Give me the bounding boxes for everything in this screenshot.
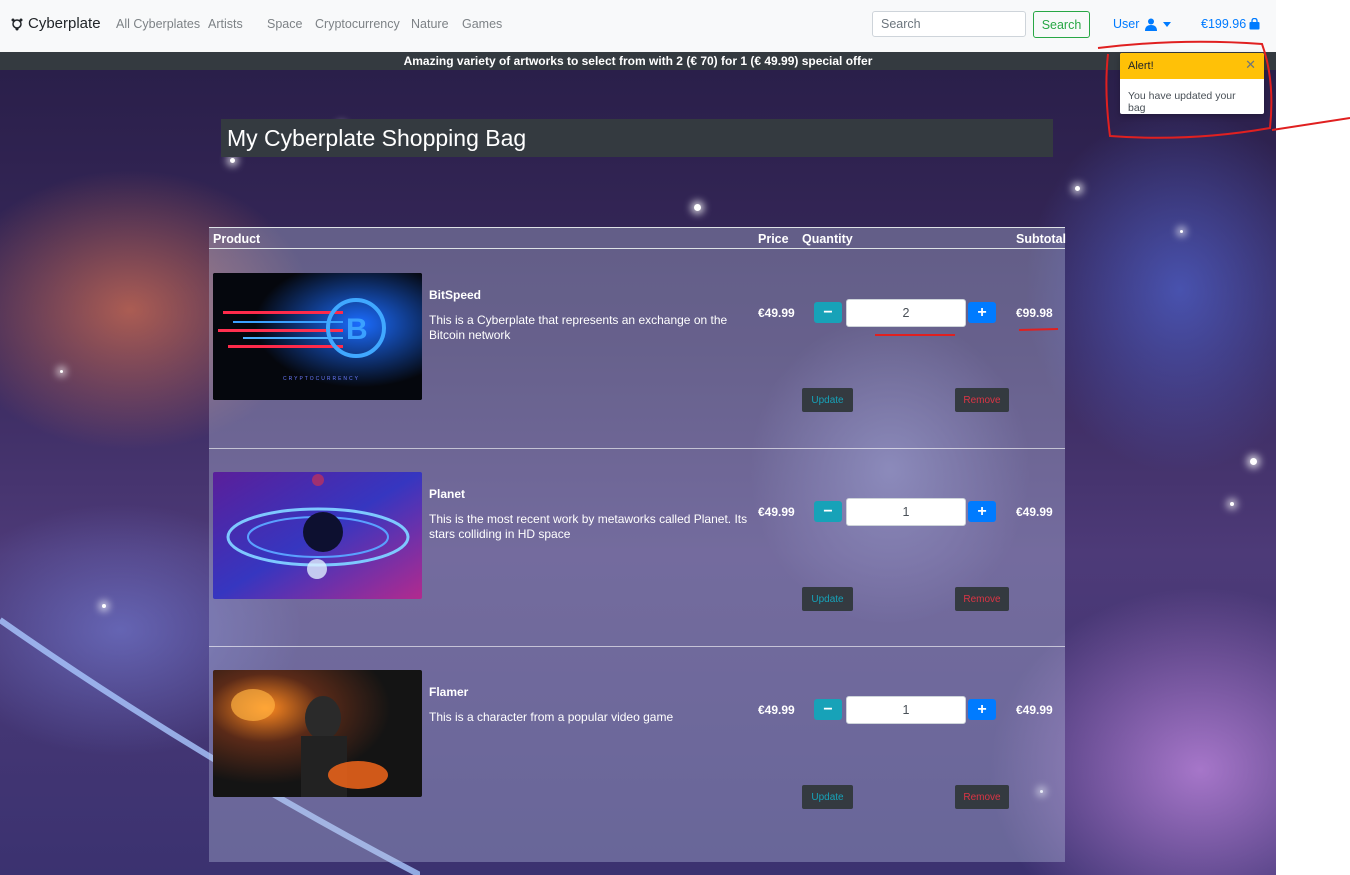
svg-text:B: B <box>346 313 368 346</box>
update-button[interactable]: Update <box>802 785 853 809</box>
product-description: This is a character from a popular video… <box>429 710 674 724</box>
search-input[interactable] <box>872 11 1026 37</box>
product-name[interactable]: BitSpeed <box>429 288 481 302</box>
table-row: Planet This is the most recent work by m… <box>209 448 1065 647</box>
product-price: €49.99 <box>758 306 795 320</box>
quantity-input[interactable] <box>846 498 966 526</box>
quantity-input[interactable] <box>846 299 966 327</box>
svg-text:CRYPTOCURRENCY: CRYPTOCURRENCY <box>283 376 360 382</box>
product-subtotal: €49.99 <box>1016 505 1053 519</box>
table-row: B CRYPTOCURRENCY BitSpeed This is a Cybe… <box>209 250 1065 448</box>
quantity-increment-button[interactable]: + <box>968 302 996 323</box>
remove-button[interactable]: Remove <box>955 785 1009 809</box>
quantity-decrement-button[interactable]: − <box>814 699 842 720</box>
nav-link-cryptocurrency[interactable]: Cryptocurrency <box>315 17 400 31</box>
quantity-decrement-button[interactable]: − <box>814 501 842 522</box>
promo-banner: Amazing variety of artworks to select fr… <box>0 52 1276 70</box>
quantity-increment-button[interactable]: + <box>968 501 996 522</box>
table-row: Flamer This is a character from a popula… <box>209 646 1065 845</box>
product-description: This is a Cyberplate that represents an … <box>429 313 728 342</box>
product-price: €49.99 <box>758 703 795 717</box>
brand-logo-icon <box>11 18 23 30</box>
header-quantity: Quantity <box>802 232 853 246</box>
product-name[interactable]: Planet <box>429 487 465 501</box>
shopping-bag-icon <box>1249 18 1260 30</box>
remove-button[interactable]: Remove <box>955 587 1009 611</box>
user-dropdown[interactable]: User <box>1113 17 1172 31</box>
bag-total-amount: €199.96 <box>1201 17 1247 31</box>
quantity-increment-button[interactable]: + <box>968 699 996 720</box>
close-icon[interactable]: ✕ <box>1245 57 1256 73</box>
brand-link[interactable]: Cyberplate <box>10 15 101 32</box>
user-label: User <box>1113 17 1140 31</box>
bitcoin-art-icon: B CRYPTOCURRENCY <box>213 273 422 400</box>
product-description: This is the most recent work by metawork… <box>429 512 748 541</box>
nav-link-all-cyberplates[interactable]: All Cyberplates <box>116 17 200 31</box>
toast-header: Alert! ✕ <box>1120 53 1264 79</box>
user-icon <box>1145 18 1158 31</box>
alert-toast: Alert! ✕ You have updated your bag <box>1120 53 1264 114</box>
planet-art-icon <box>213 472 422 599</box>
top-navbar: Cyberplate All Cyberplates Artists Space… <box>0 0 1276 52</box>
table-header: Product Price Quantity Subtotal <box>209 227 1066 249</box>
page-title: My Cyberplate Shopping Bag <box>221 119 1053 157</box>
shopping-bag-link[interactable]: €199.96 <box>1201 17 1260 31</box>
remove-button[interactable]: Remove <box>955 388 1009 412</box>
brand-name: Cyberplate <box>28 15 101 32</box>
search-button[interactable]: Search <box>1033 11 1090 38</box>
header-subtotal: Subtotal <box>1016 232 1066 246</box>
quantity-input[interactable] <box>846 696 966 724</box>
toast-title: Alert! <box>1128 60 1154 72</box>
nav-link-nature[interactable]: Nature <box>411 17 449 31</box>
toast-message: You have updated your bag <box>1128 90 1236 114</box>
nav-link-space[interactable]: Space <box>267 17 302 31</box>
update-button[interactable]: Update <box>802 388 853 412</box>
caret-down-icon <box>1163 21 1172 27</box>
header-price: Price <box>758 232 789 246</box>
update-button[interactable]: Update <box>802 587 853 611</box>
nav-link-games[interactable]: Games <box>462 17 502 31</box>
flamer-art-icon <box>213 670 422 797</box>
product-price: €49.99 <box>758 505 795 519</box>
shopping-bag-table: Product Price Quantity Subtotal B CRYPTO… <box>209 227 1066 862</box>
nav-link-artists[interactable]: Artists <box>208 17 243 31</box>
product-name[interactable]: Flamer <box>429 685 468 699</box>
product-subtotal: €99.98 <box>1016 306 1053 320</box>
product-subtotal: €49.99 <box>1016 703 1053 717</box>
quantity-decrement-button[interactable]: − <box>814 302 842 323</box>
header-product: Product <box>213 232 261 246</box>
